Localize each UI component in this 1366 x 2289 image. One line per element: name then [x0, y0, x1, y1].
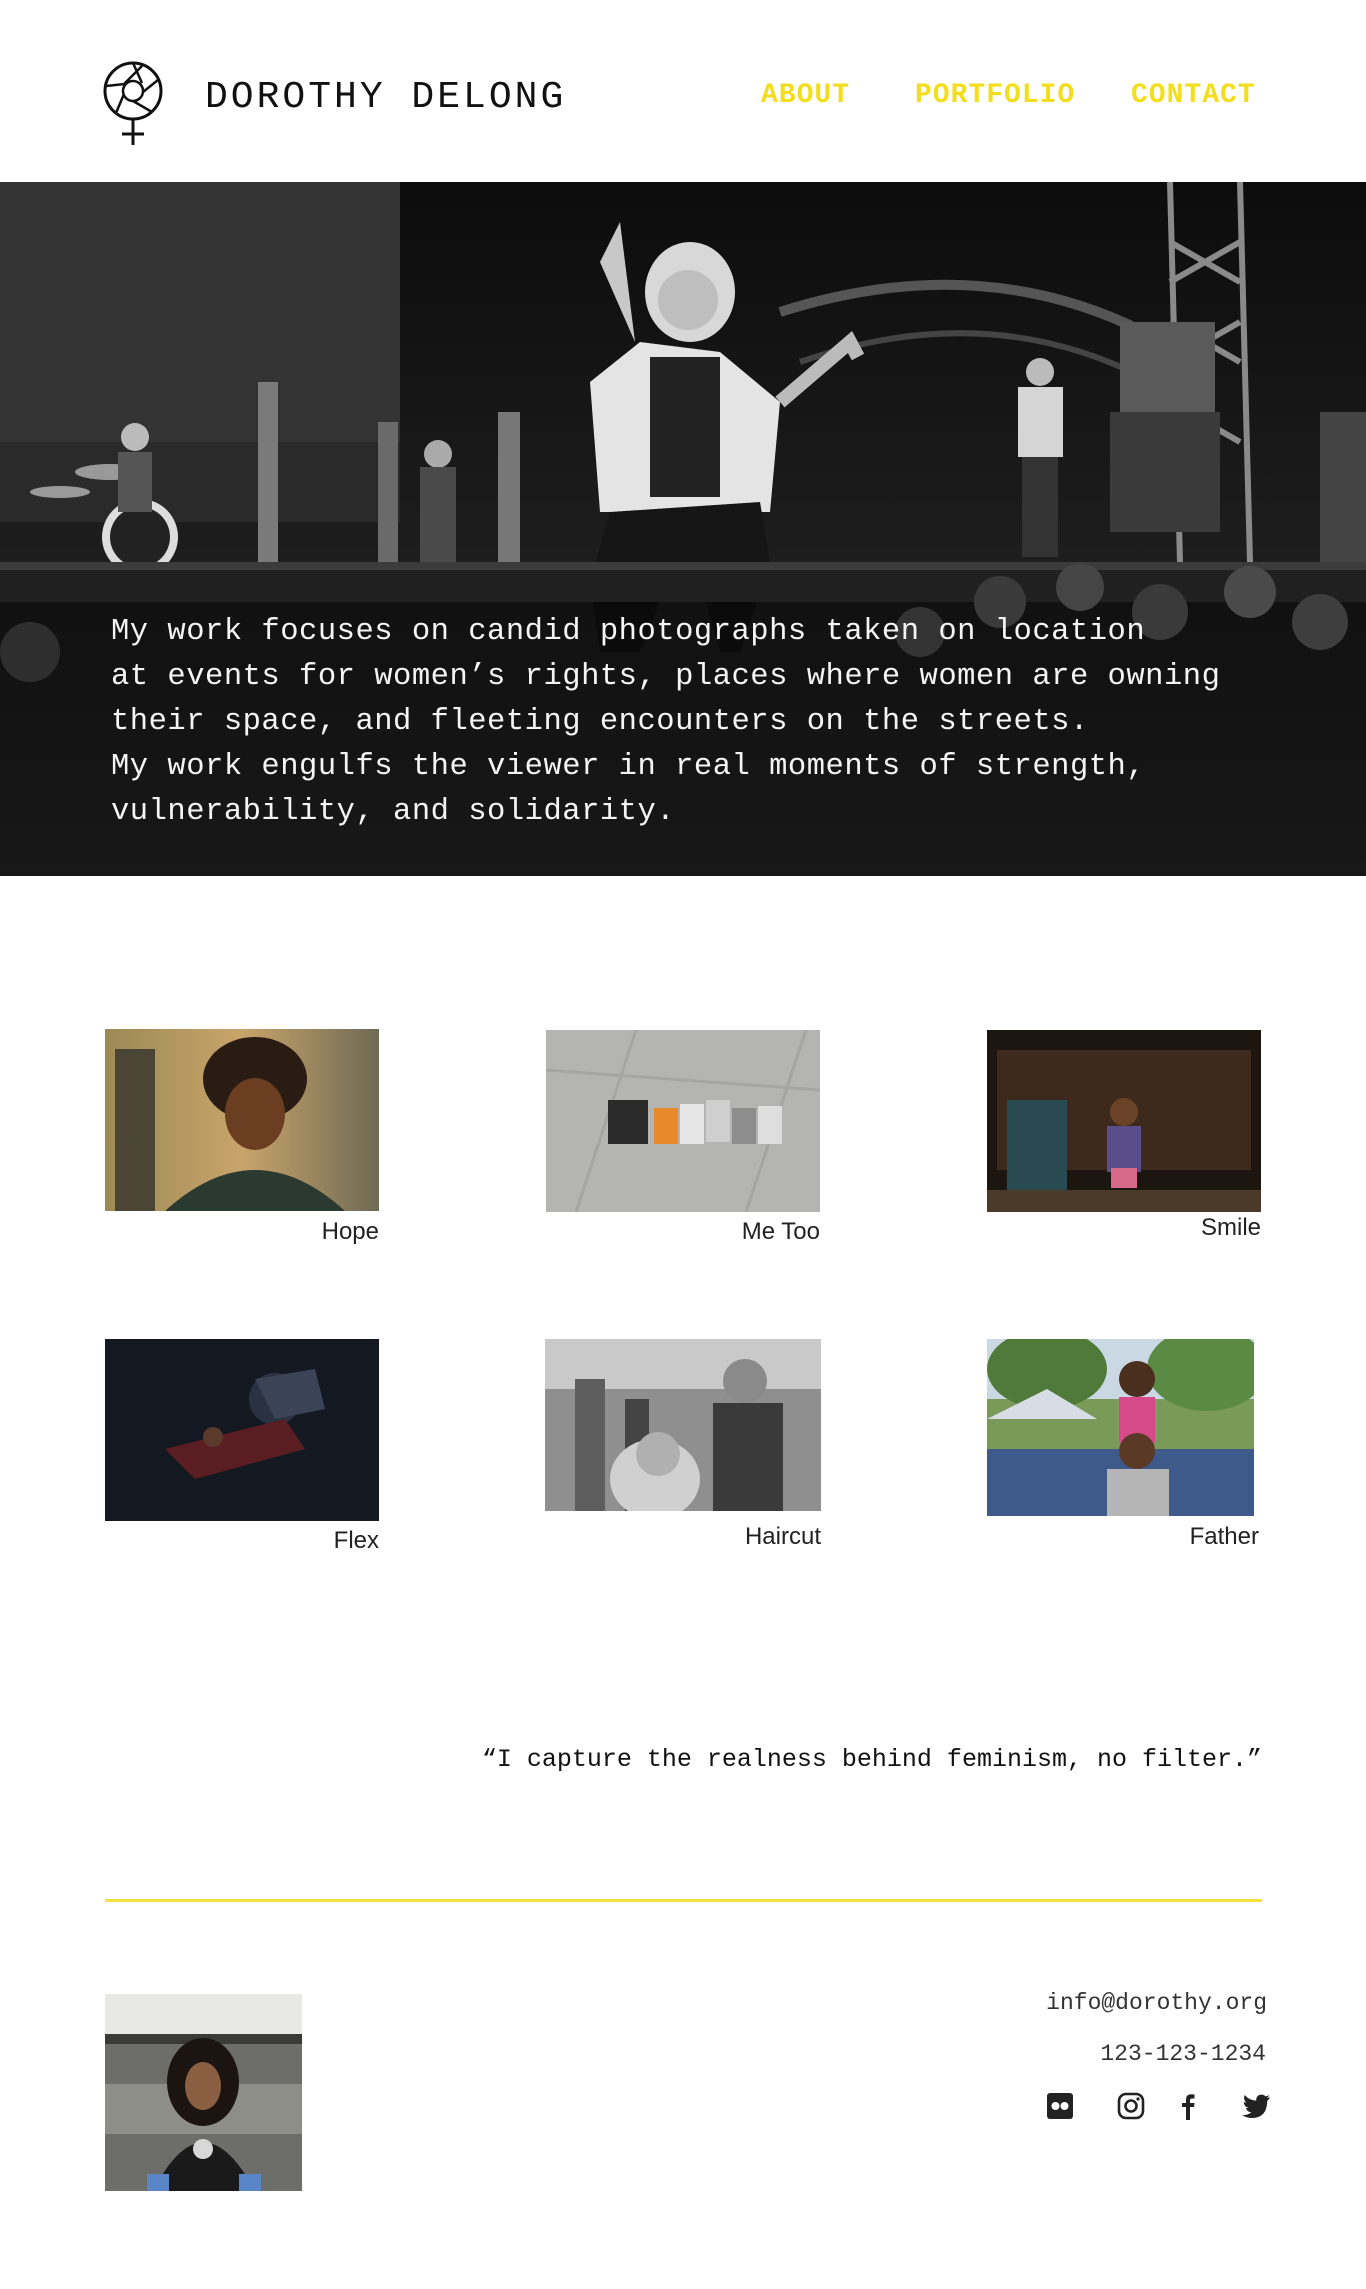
site-header: DOROTHY DELONG ABOUT PORTFOLIO CONTACT — [0, 0, 1366, 182]
contact-phone[interactable]: 123-123-1234 — [1100, 2041, 1266, 2067]
hero-line: My work focuses on candid photographs ta… — [111, 615, 1146, 649]
caption-smile: Smile — [1200, 1214, 1261, 1241]
twitter-icon[interactable] — [1240, 2090, 1272, 2122]
photo-me-too[interactable] — [546, 1030, 820, 1212]
nav-portfolio[interactable]: PORTFOLIO — [915, 80, 1075, 111]
hero-line: My work engulfs the viewer in real momen… — [111, 750, 1146, 784]
site-title[interactable]: DOROTHY DELONG — [205, 76, 566, 119]
photo-hope[interactable] — [105, 1029, 379, 1211]
tagline-quote: “I capture the realness behind feminism,… — [481, 1745, 1262, 1774]
instagram-icon[interactable] — [1115, 2090, 1147, 2122]
photo-flex[interactable] — [105, 1339, 379, 1521]
hero-statement: My work focuses on candid photographs ta… — [111, 610, 1311, 835]
photo-smile[interactable] — [987, 1030, 1261, 1212]
facebook-icon[interactable] — [1172, 2090, 1204, 2122]
caption-haircut: Haircut — [744, 1523, 821, 1550]
contact-email[interactable]: info@dorothy.org — [1046, 1990, 1267, 2016]
hero-banner: My work focuses on candid photographs ta… — [0, 182, 1366, 876]
caption-flex: Flex — [333, 1527, 379, 1554]
caption-father: Father — [1189, 1523, 1259, 1550]
photo-father[interactable] — [987, 1339, 1254, 1516]
nav-about[interactable]: ABOUT — [761, 80, 850, 111]
flickr-icon[interactable] — [1044, 2090, 1076, 2122]
nav-contact[interactable]: CONTACT — [1131, 80, 1256, 111]
hero-line: their space, and fleeting encounters on … — [111, 705, 1089, 739]
profile-photo — [105, 1994, 302, 2191]
caption-me-too: Me Too — [741, 1218, 820, 1245]
caption-hope: Hope — [321, 1218, 379, 1245]
feminist-aperture-logo-icon[interactable] — [102, 58, 168, 146]
hero-line: vulnerability, and solidarity. — [111, 795, 676, 829]
hero-line: at events for women’s rights, places whe… — [111, 660, 1221, 694]
photo-haircut[interactable] — [545, 1339, 821, 1511]
section-divider — [105, 1899, 1262, 1902]
